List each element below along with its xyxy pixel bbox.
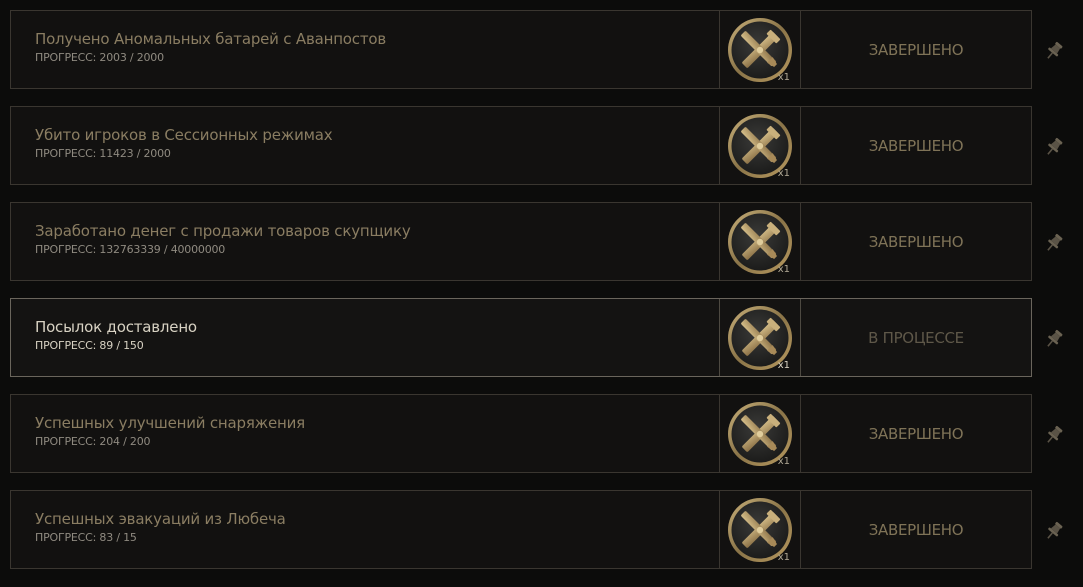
reward-quantity: x1 xyxy=(777,72,790,83)
status-label: ЗАВЕРШЕНО xyxy=(868,40,964,59)
status-label: ЗАВЕРШЕНО xyxy=(868,424,964,443)
achievement-info: Успешных эвакуаций из Любеча ПРОГРЕСС: 8… xyxy=(11,491,719,568)
achievement-row[interactable]: Убито игроков в Сессионных режимах ПРОГР… xyxy=(10,106,1032,185)
status-label: ЗАВЕРШЕНО xyxy=(868,232,964,251)
pin-icon[interactable] xyxy=(1043,136,1065,158)
reward-slot[interactable]: x1 xyxy=(719,395,801,472)
reward-quantity: x1 xyxy=(777,264,790,275)
achievement-info: Убито игроков в Сессионных режимах ПРОГР… xyxy=(11,107,719,184)
status-label: В ПРОЦЕССЕ xyxy=(868,328,964,347)
achievement-progress: ПРОГРЕСС: 204 / 200 xyxy=(35,435,151,448)
achievement-row[interactable]: Заработано денег с продажи товаров скупщ… xyxy=(10,202,1032,281)
achievement-info: Заработано денег с продажи товаров скупщ… xyxy=(11,203,719,280)
reward-slot[interactable]: x1 xyxy=(719,107,801,184)
achievement-progress: ПРОГРЕСС: 89 / 150 xyxy=(35,339,144,352)
achievement-row[interactable]: Успешных эвакуаций из Любеча ПРОГРЕСС: 8… xyxy=(10,490,1032,569)
achievement-list: Получено Аномальных батарей с Аванпостов… xyxy=(0,0,1083,587)
achievement-row[interactable]: Получено Аномальных батарей с Аванпостов… xyxy=(10,10,1032,89)
status-label: ЗАВЕРШЕНО xyxy=(868,520,964,539)
reward-slot[interactable]: x1 xyxy=(719,203,801,280)
reward-quantity: x1 xyxy=(777,456,790,467)
reward-quantity: x1 xyxy=(777,552,790,563)
achievement-title: Убито игроков в Сессионных режимах xyxy=(35,126,333,144)
achievement-progress: ПРОГРЕСС: 11423 / 2000 xyxy=(35,147,171,160)
pin-icon[interactable] xyxy=(1043,520,1065,542)
achievement-title: Успешных эвакуаций из Любеча xyxy=(35,510,286,528)
pin-icon[interactable] xyxy=(1043,424,1065,446)
status-label: ЗАВЕРШЕНО xyxy=(868,136,964,155)
achievement-title: Заработано денег с продажи товаров скупщ… xyxy=(35,222,411,240)
achievement-title: Успешных улучшений снаряжения xyxy=(35,414,305,432)
reward-quantity: x1 xyxy=(777,168,790,179)
pin-icon[interactable] xyxy=(1043,232,1065,254)
achievement-row[interactable]: Успешных улучшений снаряжения ПРОГРЕСС: … xyxy=(10,394,1032,473)
achievement-progress: ПРОГРЕСС: 132763339 / 40000000 xyxy=(35,243,226,256)
achievement-info: Получено Аномальных батарей с Аванпостов… xyxy=(11,11,719,88)
reward-slot[interactable]: x1 xyxy=(719,11,801,88)
achievement-progress: ПРОГРЕСС: 83 / 15 xyxy=(35,531,137,544)
achievement-title: Получено Аномальных батарей с Аванпостов xyxy=(35,30,386,48)
achievement-title: Посылок доставлено xyxy=(35,318,197,336)
pin-icon[interactable] xyxy=(1043,328,1065,350)
achievement-info: Посылок доставлено ПРОГРЕСС: 89 / 150 xyxy=(11,299,719,376)
achievement-progress: ПРОГРЕСС: 2003 / 2000 xyxy=(35,51,164,64)
reward-slot[interactable]: x1 xyxy=(719,299,801,376)
reward-slot[interactable]: x1 xyxy=(719,491,801,568)
achievement-info: Успешных улучшений снаряжения ПРОГРЕСС: … xyxy=(11,395,719,472)
achievement-row-active[interactable]: Посылок доставлено ПРОГРЕСС: 89 / 150 x1… xyxy=(10,298,1032,377)
pin-icon[interactable] xyxy=(1043,40,1065,62)
reward-quantity: x1 xyxy=(777,360,790,371)
